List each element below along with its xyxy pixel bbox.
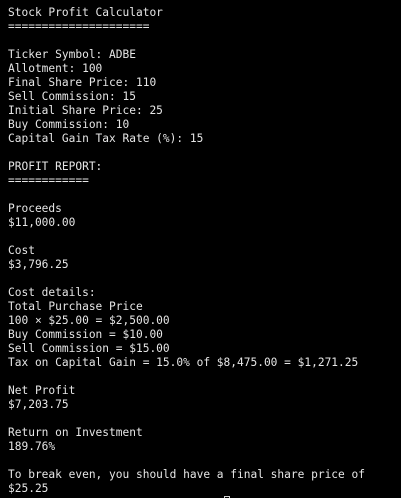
tax-line: Tax on Capital Gain = 15.0% of $8,475.00… (8, 356, 359, 369)
buy-commission-input-line: Buy Commission: 10 (8, 118, 130, 131)
sell-commission-line: Sell Commission = $15.00 (8, 342, 170, 355)
break-even-value: $25.25 (8, 482, 49, 495)
roi-value: 189.76% (8, 440, 56, 453)
proceeds-value: $11,000.00 (8, 216, 76, 229)
title-rule: ===================== (8, 20, 150, 33)
cost-value: $3,796.25 (8, 258, 69, 271)
net-profit-label: Net Profit (8, 384, 76, 397)
roi-label: Return on Investment (8, 426, 143, 439)
initial-price-input-line: Initial Share Price: 25 (8, 104, 163, 117)
net-profit-value: $7,203.75 (8, 398, 69, 411)
terminal-window[interactable]: Stock Profit Calculator ================… (0, 0, 401, 498)
cost-label: Cost (8, 244, 35, 257)
final-price-input-line: Final Share Price: 110 (8, 76, 157, 89)
sell-commission-input-line: Sell Commission: 15 (8, 90, 136, 103)
app-title: Stock Profit Calculator (8, 6, 163, 19)
tax-rate-input-line: Capital Gain Tax Rate (%): 15 (8, 132, 204, 145)
buy-commission-line: Buy Commission = $10.00 (8, 328, 163, 341)
total-purchase-calc: 100 × $25.00 = $2,500.00 (8, 314, 170, 327)
cost-details-label: Cost details: (8, 286, 96, 299)
allotment-input-line: Allotment: 100 (8, 62, 103, 75)
total-purchase-label: Total Purchase Price (8, 300, 143, 313)
ticker-input-line: Ticker Symbol: ADBE (8, 48, 136, 61)
proceeds-label: Proceeds (8, 202, 62, 215)
report-heading: PROFIT REPORT: (8, 160, 103, 173)
break-even-line: To break even, you should have a final s… (8, 468, 365, 481)
report-rule: ============ (8, 174, 89, 187)
